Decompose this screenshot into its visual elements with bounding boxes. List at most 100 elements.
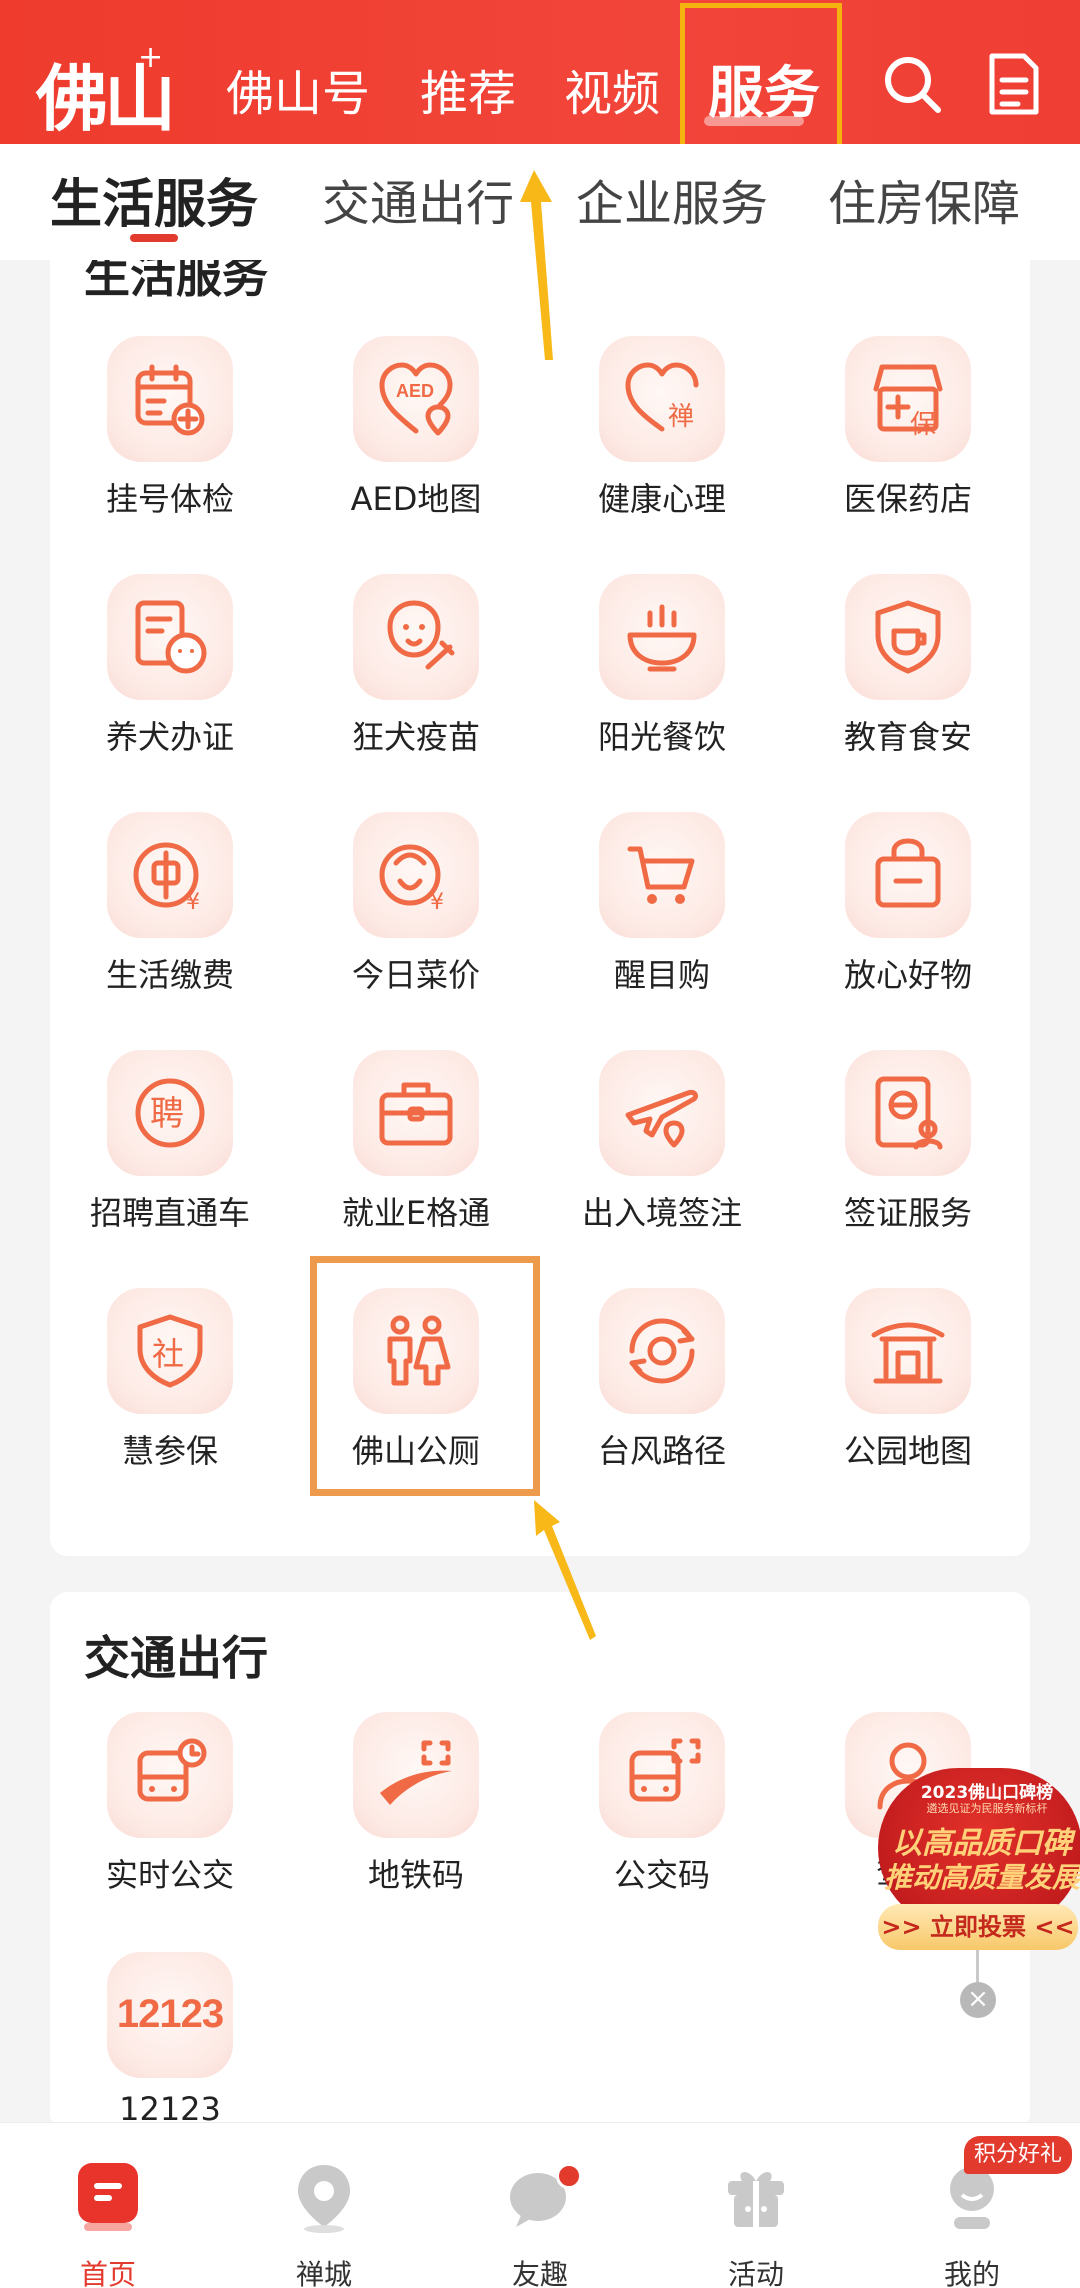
ad-close-button[interactable]: × <box>960 1982 996 2018</box>
item-label: 养犬办证 <box>105 718 234 756</box>
pavilion-icon <box>871 1322 945 1384</box>
svg-text:社: 社 <box>152 1335 184 1373</box>
typhoon-icon <box>629 1318 695 1384</box>
bus-clock-icon <box>137 1738 207 1802</box>
life-item-dog-certificate[interactable]: 养犬办证 <box>60 574 280 774</box>
bus-code-icon <box>629 1738 701 1802</box>
life-item-shopping-bag[interactable]: 放心好物 <box>798 812 1018 1012</box>
tab-foshan-hao[interactable]: 佛山号 <box>226 54 370 124</box>
icon-tile: AED <box>353 336 479 462</box>
payment-icon: ¥ <box>133 842 200 915</box>
item-label: 台风路径 <box>597 1432 726 1470</box>
life-item-heart-zen[interactable]: 禅健康心理 <box>552 336 772 536</box>
tab-video[interactable]: 视频 <box>564 54 660 124</box>
pharmacy-icon: 保 <box>873 364 943 439</box>
icon-tile <box>599 1712 725 1838</box>
life-item-payment[interactable]: ¥ 生活缴费 <box>60 812 280 1012</box>
life-item-aed-heart[interactable]: AED AED地图 <box>306 336 526 536</box>
icon-tile <box>107 574 233 700</box>
icon-tile: ¥ <box>107 812 233 938</box>
gift-icon <box>728 2171 784 2227</box>
icon-tile <box>845 574 971 700</box>
logo-plus: + <box>138 40 164 75</box>
svg-text:AED: AED <box>396 381 434 401</box>
vote-button[interactable]: >> 立即投票 << <box>878 1904 1078 1950</box>
nav-youqu[interactable]: 友趣 <box>432 2123 648 2288</box>
ad-slogan-2: 推动高质量发展 <box>883 1861 1080 1894</box>
search-icon[interactable] <box>880 52 944 116</box>
icon-tile <box>599 574 725 700</box>
item-label: 健康心理 <box>597 480 726 518</box>
life-item-calendar-plus[interactable]: 挂号体检 <box>60 336 280 536</box>
nav-home[interactable]: 首页 <box>0 2123 216 2288</box>
document-icon[interactable] <box>980 52 1044 116</box>
service-tab-highlight <box>680 3 842 163</box>
svg-text:聘: 聘 <box>150 1094 184 1134</box>
item-label: 慧参保 <box>121 1432 218 1470</box>
icon-tile <box>845 1288 971 1414</box>
icon-tile <box>107 1712 233 1838</box>
recruit-icon: 聘 <box>135 1078 205 1148</box>
svg-text:保: 保 <box>910 410 936 439</box>
item-label: 生活缴费 <box>105 956 234 994</box>
life-item-pharmacy[interactable]: 保医保药店 <box>798 336 1018 536</box>
category-traffic-label[interactable]: 交通出行 <box>322 164 514 234</box>
icon-tile <box>353 1050 479 1176</box>
category-business-label[interactable]: 企业服务 <box>576 164 768 234</box>
nav-home-label: 首页 <box>79 2258 136 2288</box>
item-label: 医保药店 <box>843 480 972 518</box>
notification-dot <box>556 2163 582 2189</box>
item-label: 公交码 <box>613 1856 710 1894</box>
item-label: 实时公交 <box>105 1856 234 1894</box>
traffic-item-bus-code[interactable]: 公交码 <box>552 1712 772 1912</box>
points-gift-badge[interactable]: 积分好礼 <box>964 2136 1073 2174</box>
bowl-icon <box>627 604 697 672</box>
traffic-item-bus-clock[interactable]: 实时公交 <box>60 1712 280 1912</box>
life-item-passport[interactable]: 签证服务 <box>798 1050 1018 1250</box>
dog-certificate-icon <box>135 600 207 674</box>
toilet-highlight-box <box>310 1256 540 1496</box>
briefcase-icon <box>379 1082 453 1146</box>
life-item-social-insurance[interactable]: 社慧参保 <box>60 1288 280 1488</box>
life-item-airplane[interactable]: 出入境签注 <box>552 1050 772 1250</box>
svg-text:¥: ¥ <box>186 890 200 915</box>
icon-tile: ¥ <box>353 812 479 938</box>
tab-recommend[interactable]: 推荐 <box>420 54 516 124</box>
vegetable-price-icon: ¥ <box>379 844 444 915</box>
icon-tile <box>599 1050 725 1176</box>
item-label: 地铁码 <box>367 1856 464 1894</box>
life-item-cart[interactable]: 醒目购 <box>552 812 772 1012</box>
nav-youqu-label: 友趣 <box>511 2258 568 2288</box>
life-item-briefcase[interactable]: 就业E格通 <box>306 1050 526 1250</box>
nav-activity[interactable]: 活动 <box>648 2123 864 2288</box>
icon-tile <box>353 574 479 700</box>
icon-tile <box>845 1050 971 1176</box>
nav-chancheng[interactable]: 禅城 <box>216 2123 432 2288</box>
traffic-item-metro-code[interactable]: 地铁码 <box>306 1712 526 1912</box>
vote-ad-banner[interactable]: 2023佛山口碑榜 遴选见证为民服务新标杆 以高品质口碑 推动高质量发展 >> … <box>872 1768 1080 1958</box>
life-item-dog-vaccine[interactable]: 狂犬疫苗 <box>306 574 526 774</box>
icon-tile: 社 <box>107 1288 233 1414</box>
social-insurance-icon: 社 <box>137 1314 203 1388</box>
dog-vaccine-icon <box>387 600 455 670</box>
item-label: 今日菜价 <box>351 956 480 994</box>
category-housing-label[interactable]: 住房保障 <box>828 164 1020 234</box>
icon-tile <box>599 812 725 938</box>
life-item-vegetable-price[interactable]: ¥ 今日菜价 <box>306 812 526 1012</box>
life-item-shield-cup[interactable]: 教育食安 <box>798 574 1018 774</box>
icon-tile: 禅 <box>599 336 725 462</box>
bottom-navigation: 首页 禅城 友趣 活动 我的 <box>0 2122 1080 2288</box>
item-label: 醒目购 <box>613 956 710 994</box>
life-item-recruit[interactable]: 聘招聘直通车 <box>60 1050 280 1250</box>
traffic-title: 交通出行 <box>84 1631 268 1685</box>
life-item-typhoon[interactable]: 台风路径 <box>552 1288 772 1488</box>
item-label: 阳光餐饮 <box>597 718 726 756</box>
life-item-bowl[interactable]: 阳光餐饮 <box>552 574 772 774</box>
life-item-pavilion[interactable]: 公园地图 <box>798 1288 1018 1488</box>
item-label: 教育食安 <box>843 718 972 756</box>
12123-icon: 12123 <box>116 1992 224 2036</box>
category-life-label[interactable]: 生活服务 <box>50 162 258 237</box>
category-indicator-bar <box>130 234 178 242</box>
icon-tile <box>845 812 971 938</box>
nav-activity-label: 活动 <box>727 2258 784 2288</box>
